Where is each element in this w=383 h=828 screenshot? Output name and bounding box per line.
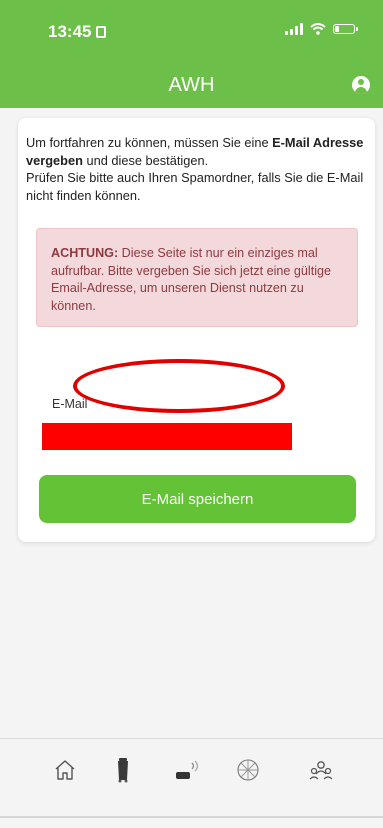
app-bar: AWH bbox=[0, 62, 383, 108]
intro-text-part2: und diese bestätigen. bbox=[82, 152, 209, 168]
nav-people[interactable] bbox=[306, 755, 336, 785]
status-bar: 13:45 bbox=[0, 0, 383, 62]
email-input[interactable] bbox=[42, 423, 292, 450]
bin-icon bbox=[118, 758, 128, 783]
intro-text-part1: Um fortfahren zu können, müssen Sie eine bbox=[26, 135, 273, 150]
intro-text-line2: Prüfen Sie bitte auch Ihren Spamordner, … bbox=[26, 170, 364, 203]
sim-icon bbox=[96, 26, 107, 38]
status-time: 13:45 bbox=[48, 22, 107, 42]
status-icons bbox=[285, 23, 358, 35]
wifi-sensor-icon bbox=[176, 760, 199, 779]
nav-network[interactable] bbox=[233, 755, 263, 785]
home-indicator-line bbox=[0, 816, 383, 818]
people-icon bbox=[309, 761, 333, 780]
signal-icon bbox=[285, 23, 303, 35]
intro-text: Um fortfahren zu können, müssen Sie eine… bbox=[26, 134, 366, 204]
wifi-icon bbox=[310, 23, 326, 35]
warning-alert: ACHTUNG: Diese Seite ist nur ein einzige… bbox=[36, 228, 358, 327]
nav-home[interactable] bbox=[50, 755, 80, 785]
status-time-text: 13:45 bbox=[48, 22, 92, 41]
battery-icon bbox=[333, 24, 358, 34]
network-icon bbox=[237, 759, 259, 781]
home-icon bbox=[55, 760, 75, 780]
save-email-button[interactable]: E-Mail speichern bbox=[39, 475, 356, 523]
bottom-nav bbox=[0, 738, 383, 817]
nav-sensor[interactable] bbox=[172, 755, 202, 785]
email-label: E-Mail bbox=[52, 397, 88, 411]
alert-label: ACHTUNG: bbox=[51, 246, 119, 260]
profile-icon[interactable] bbox=[352, 76, 370, 94]
nav-bin[interactable] bbox=[108, 755, 138, 785]
app-title: AWH bbox=[168, 74, 215, 96]
email-setup-card: Um fortfahren zu können, müssen Sie eine… bbox=[18, 118, 375, 542]
